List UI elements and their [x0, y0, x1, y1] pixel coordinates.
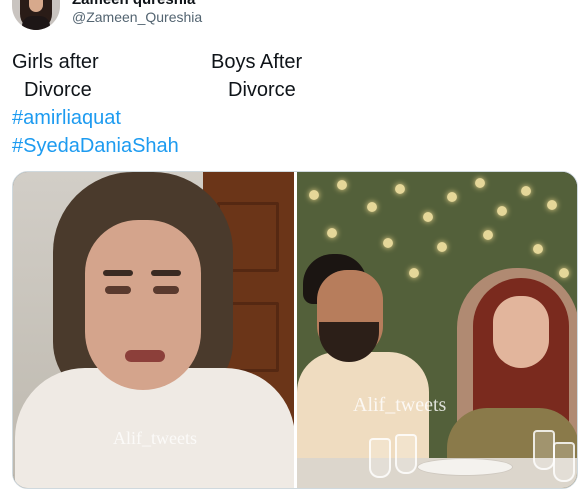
left-caption-line2: Divorce: [24, 79, 92, 101]
photo-left[interactable]: Alif_tweets: [13, 172, 294, 488]
eye: [105, 286, 131, 294]
tweet-header: Zameen qureshia @Zameen_Qureshia: [12, 0, 572, 34]
avatar[interactable]: [12, 0, 60, 30]
photo-right[interactable]: Alif_tweets: [297, 172, 577, 488]
left-caption: Girls after Divorce: [12, 48, 99, 104]
wine-glass: [395, 434, 417, 474]
wine-glass: [553, 442, 575, 482]
right-caption-line2: Divorce: [228, 79, 296, 101]
eyebrow: [151, 270, 181, 276]
watermark: Alif_tweets: [353, 394, 447, 416]
crying-girl-face: [85, 220, 201, 390]
avatar-body: [22, 16, 50, 30]
author-handle[interactable]: @Zameen_Qureshia: [72, 9, 202, 25]
mouth: [125, 350, 165, 362]
wine-glass: [369, 438, 391, 478]
author-display-name[interactable]: Zameen qureshia: [72, 0, 195, 8]
media-grid: Alif_tweets Alif_tweets: [12, 171, 578, 489]
left-caption-line1: Girls after: [12, 51, 99, 73]
bride-face: [493, 296, 549, 368]
hashtag-link[interactable]: #SyedaDaniaShah: [12, 132, 179, 160]
wine-glass: [533, 430, 555, 470]
watermark: Alif_tweets: [113, 428, 197, 448]
tweet: Zameen qureshia @Zameen_Qureshia Girls a…: [0, 0, 585, 504]
hashtag-link[interactable]: #amirliaquat: [12, 104, 121, 132]
right-caption-line1: Boys After: [211, 51, 303, 73]
eyebrow: [103, 270, 133, 276]
plate: [417, 458, 513, 476]
right-caption: Boys After Divorce: [211, 48, 302, 104]
eye: [153, 286, 179, 294]
